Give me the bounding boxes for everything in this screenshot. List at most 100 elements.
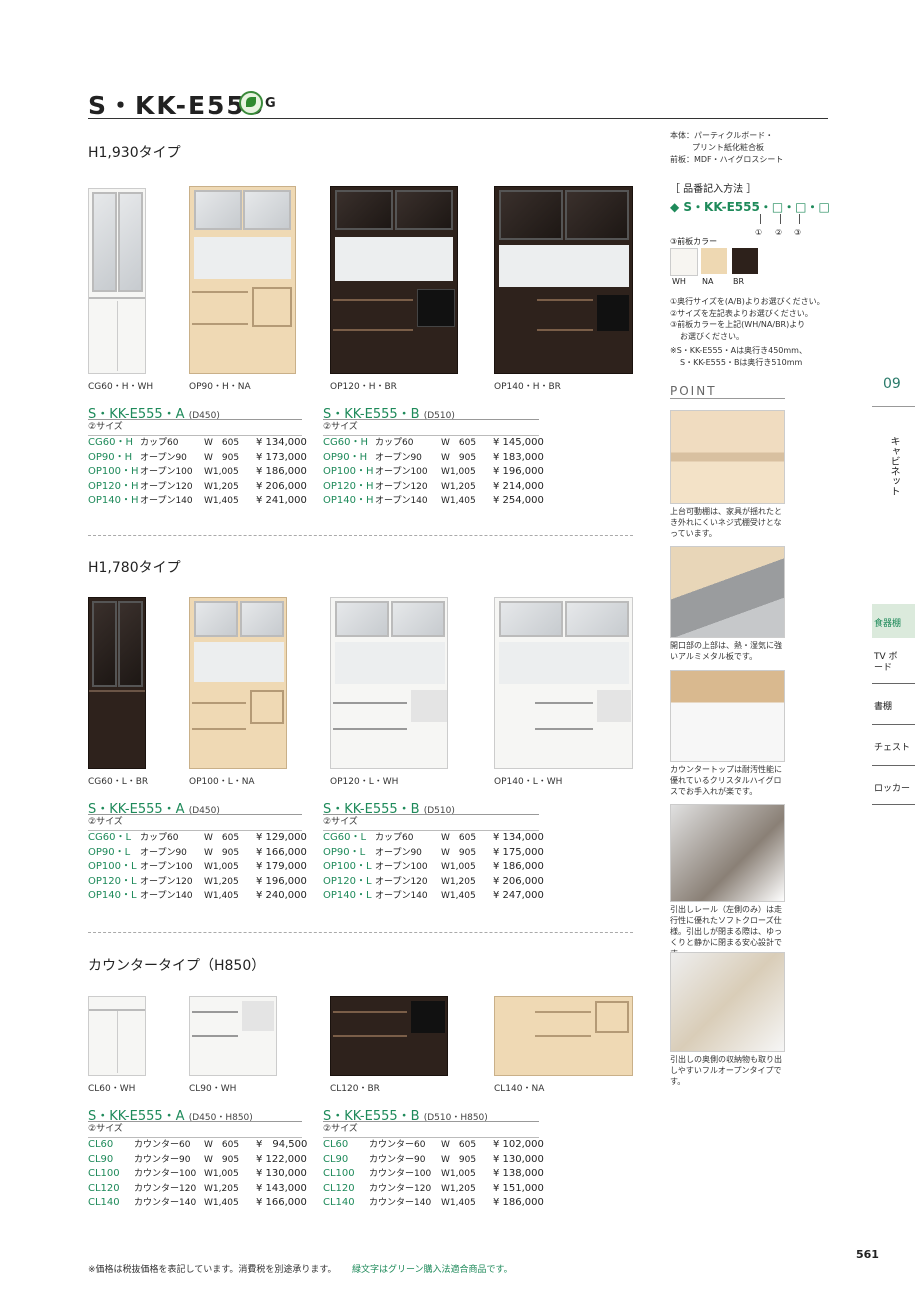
product-price: ¥ 122,000 [256,1153,307,1165]
cabinet-image [330,186,458,374]
tab-dishes[interactable]: 食器棚 [874,616,901,629]
product-width: W 605 [204,438,240,448]
table-subheader: ②サイズ [88,420,302,436]
product-price: ¥ 254,000 [493,495,544,506]
product-name: オープン140 [140,891,193,901]
product-code: OP90・H [323,451,368,463]
product-price: ¥ 183,000 [493,451,544,463]
cabinet-caption: OP100・L・NA [189,777,255,787]
product-width: W1,405 [204,891,239,901]
product-price: ¥ 129,000 [256,832,307,843]
cabinet-image [189,186,296,374]
cabinet-caption: CL60・WH [88,1084,136,1094]
table-row: OP90・H オープン90 W 905 ¥ 183,000 [323,451,544,466]
color-label: ③前板カラー [670,237,718,246]
order-num: ② [775,228,783,237]
product-price: ¥ 143,000 [256,1182,307,1194]
point-caption: カウンタートップは耐汚性能に優れているクリスタルハイグロスでお手入れが楽です。 [670,765,782,796]
product-name: カウンター90 [134,1154,191,1165]
product-name: オープン140 [140,496,193,506]
product-code: CG60・H [88,437,133,448]
table-row: CL100 カウンター100 W1,005 ¥ 138,000 [323,1167,544,1182]
cabinet-caption: OP90・H・NA [189,382,251,392]
product-width: W 905 [204,847,240,858]
section-divider [88,932,633,933]
order-note: ②サイズを左記表よりお選びください。 [670,308,813,318]
footer-note: ※価格は税抜価格を表記しています。消費税を別途承ります。 [88,1265,337,1275]
table-row: CL60 カウンター60 W 605 ¥ 94,500 [88,1138,307,1153]
product-width: W1,205 [441,1183,476,1194]
table-row: OP140・L オープン140 W1,405 ¥ 247,000 [323,889,544,904]
product-name: オープン100 [140,862,193,872]
product-width: W1,005 [204,862,239,872]
product-price: ¥ 166,000 [256,1197,307,1208]
point-photo [670,952,785,1052]
product-name: オープン120 [375,481,428,492]
order-notes: ①奥行サイズを(A/B)よりお選びください。 ②サイズを左記表よりお選びください… [670,296,825,368]
product-code: CL100 [323,1168,355,1179]
order-note: ③前板カラーを上記(WH/NA/BR)より [670,320,806,329]
g-mark-icon: G [265,96,276,111]
product-price: ¥ 196,000 [493,466,544,477]
table-row: CL140 カウンター140 W1,405 ¥ 186,000 [323,1196,544,1211]
product-name: カウンター140 [369,1198,432,1208]
table-subheader: ②サイズ [323,815,539,831]
product-price: ¥ 241,000 [256,495,307,506]
product-name: オープン100 [140,467,193,477]
cabinet-caption: CL120・BR [330,1084,380,1094]
product-name: オープン90 [140,452,187,463]
product-price: ¥ 175,000 [493,846,544,858]
product-width: W1,405 [204,496,239,506]
point-caption: 引出しレール（左側のみ）は走行性に優れたソフトクローズ仕様。引出しが閉まる際は、… [670,905,782,958]
order-note: ※S・KK-E555・Aは奥行き450mm、 [670,346,807,355]
product-name: オープン100 [375,862,428,872]
product-width: W1,405 [441,496,476,506]
table-row: OP120・H オープン120 W1,205 ¥ 206,000 [88,480,307,495]
product-code: OP100・H [88,466,139,477]
tab-bookshelf[interactable]: 書棚 [874,699,892,712]
point-photo [670,670,785,762]
product-price: ¥ 102,000 [493,1139,544,1150]
cabinet-caption: CG60・L・BR [88,777,149,787]
product-code: OP100・L [323,861,372,872]
price-table: ②サイズ CG60・H カップ60 W 605 ¥ 134,000 OP90・H オープ… [88,419,307,509]
order-note: ①奥行サイズを(A/B)よりお選びください。 [670,297,825,306]
table-row: OP120・H オープン120 W1,205 ¥ 214,000 [323,480,544,495]
product-price: ¥ 145,000 [493,437,544,448]
product-price: ¥ 94,500 [256,1139,308,1150]
tab-tvboard[interactable]: TV ボード [874,652,904,674]
page-number: 561 [856,1248,879,1261]
cabinet-image [494,186,633,374]
product-name: カウンター120 [134,1183,197,1194]
spec-line: プリント紙化粧合板 [692,143,764,152]
swatch-label: NA [702,277,714,286]
table-row: OP90・H オープン90 W 905 ¥ 173,000 [88,451,307,466]
tab-locker[interactable]: ロッカー [874,781,910,794]
product-price: ¥ 166,000 [256,846,307,858]
product-name: オープン90 [375,847,422,858]
product-width: W1,405 [204,1198,239,1208]
price-table: ②サイズ CG60・H カップ60 W 605 ¥ 145,000 OP90・H オープ… [323,419,544,509]
table-row: OP100・H オープン100 W1,005 ¥ 186,000 [88,465,307,480]
cabinet-image [88,597,146,769]
product-name: オープン100 [375,467,428,477]
table-row: CG60・H カップ60 W 605 ¥ 145,000 [323,436,544,451]
chapter-number: 09 [883,376,901,392]
product-price: ¥ 179,000 [256,861,307,872]
cabinet-image [189,597,287,769]
tab-divider [872,804,915,805]
product-code: OP90・H [88,451,133,463]
product-width: W1,205 [441,481,476,492]
order-note: お選びください。 [680,331,744,341]
tab-chest[interactable]: チェスト [874,740,910,753]
product-width: W1,405 [441,891,476,901]
product-width: W 905 [204,452,240,463]
product-code: CG60・L [88,832,132,843]
product-code: CL90 [323,1153,349,1165]
table-subheader: ②サイズ [323,1122,539,1138]
product-price: ¥ 151,000 [493,1182,544,1194]
price-table: ②サイズ CG60・L カップ60 W 605 ¥ 134,000 OP90・L オープ… [323,814,544,904]
product-width: W 905 [204,1154,240,1165]
section-title: カウンタータイプ（H850） [88,958,266,974]
product-code: CL60 [88,1139,114,1150]
